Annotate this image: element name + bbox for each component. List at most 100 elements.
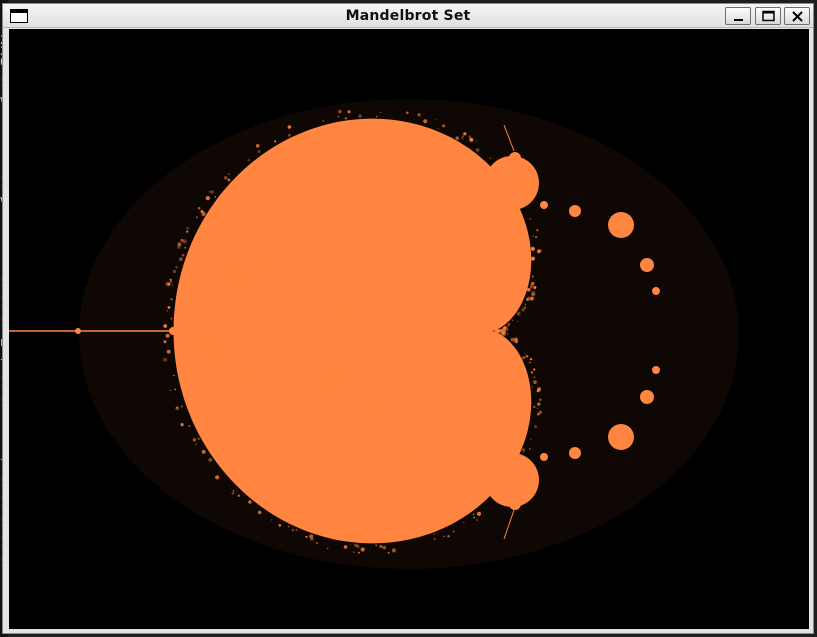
satellite-bulb: [640, 258, 654, 272]
close-button[interactable]: [784, 7, 810, 25]
maximize-button[interactable]: [755, 7, 781, 25]
edge-filament: [179, 257, 183, 261]
edge-filament: [244, 397, 247, 400]
edge-filament: [513, 475, 518, 480]
edge-filament: [508, 323, 511, 325]
edge-filament: [511, 319, 514, 322]
satellite-bulb: [652, 366, 660, 374]
edge-filament: [205, 304, 209, 308]
edge-filament: [536, 229, 539, 232]
edge-filament: [241, 271, 244, 274]
edge-filament: [417, 113, 421, 117]
edge-filament: [337, 290, 340, 293]
edge-filament: [163, 324, 168, 328]
edge-filament: [180, 423, 184, 427]
edge-filament: [522, 448, 525, 452]
edge-filament: [347, 321, 350, 324]
edge-filament: [261, 263, 263, 265]
edge-filament: [436, 119, 438, 121]
edge-filament: [173, 374, 175, 377]
edge-filament: [224, 176, 228, 180]
edge-filament: [348, 323, 352, 327]
edge-filament: [533, 368, 536, 371]
edge-filament: [537, 407, 539, 409]
edge-filament: [327, 547, 329, 550]
edge-filament: [247, 158, 250, 162]
edge-filament: [532, 275, 534, 278]
edge-filament: [237, 494, 240, 497]
edge-filament: [349, 340, 351, 343]
title-bar[interactable]: Mandelbrot Set: [3, 4, 813, 28]
edge-filament: [184, 246, 187, 249]
edge-filament: [447, 535, 450, 538]
edge-filament: [423, 119, 428, 124]
edge-filament: [163, 357, 168, 362]
edge-filament: [463, 521, 465, 524]
minimize-button[interactable]: [725, 7, 751, 25]
edge-filament: [206, 329, 210, 333]
edge-filament: [175, 406, 178, 409]
edge-filament: [177, 245, 181, 249]
edge-filament: [254, 258, 259, 262]
edge-filament: [205, 196, 210, 201]
edge-filament: [469, 137, 474, 142]
edge-filament: [380, 111, 382, 114]
edge-filament: [257, 510, 262, 515]
edge-filament: [165, 333, 170, 338]
edge-filament: [527, 288, 531, 292]
edge-filament: [530, 246, 536, 251]
edge-filament: [537, 402, 541, 406]
edge-filament: [255, 144, 260, 148]
satellite-bulb: [569, 205, 581, 217]
edge-filament: [171, 284, 173, 286]
satellite-bulb: [347, 283, 355, 291]
edge-filament: [513, 185, 518, 189]
edge-filament: [503, 330, 505, 333]
edge-filament: [337, 115, 340, 118]
edge-filament: [309, 534, 314, 539]
edge-filament: [287, 526, 290, 528]
edge-filament: [192, 438, 197, 442]
edge-filament: [265, 398, 269, 402]
edge-filament: [298, 400, 301, 404]
edge-filament: [196, 216, 198, 218]
edge-filament: [499, 332, 502, 335]
edge-filament: [520, 466, 522, 469]
edge-filament: [182, 239, 187, 244]
satellite-bulb: [652, 287, 660, 295]
edge-filament: [188, 425, 191, 427]
edge-filament: [326, 283, 329, 285]
edge-filament: [347, 110, 351, 114]
edge-filament: [515, 182, 519, 185]
edge-filament: [462, 135, 464, 137]
edge-filament: [338, 109, 342, 114]
edge-filament: [515, 191, 518, 194]
edge-filament: [530, 296, 534, 301]
edge-filament: [531, 386, 533, 388]
edge-filament: [524, 303, 527, 306]
edge-filament: [529, 448, 531, 450]
edge-filament: [341, 354, 343, 357]
fractal-canvas[interactable]: [9, 29, 809, 629]
edge-filament: [256, 397, 258, 399]
edge-filament: [210, 190, 214, 194]
edge-filament: [278, 524, 282, 527]
edge-filament: [342, 307, 345, 310]
edge-filament: [232, 490, 235, 492]
edge-filament: [304, 392, 308, 396]
edge-filament: [270, 519, 273, 521]
edge-filament: [476, 519, 478, 521]
edge-filament: [341, 362, 344, 366]
edge-filament: [231, 491, 235, 495]
edge-filament: [337, 361, 339, 364]
edge-filament: [343, 316, 347, 319]
edge-filament: [207, 336, 210, 339]
edge-filament: [352, 551, 355, 554]
edge-filament: [166, 349, 171, 354]
edge-filament: [533, 380, 537, 384]
edge-filament: [216, 363, 219, 366]
edge-filament: [277, 400, 280, 403]
period-2-bulb: [210, 264, 344, 398]
edge-filament: [379, 545, 383, 548]
edge-filament: [506, 179, 509, 182]
